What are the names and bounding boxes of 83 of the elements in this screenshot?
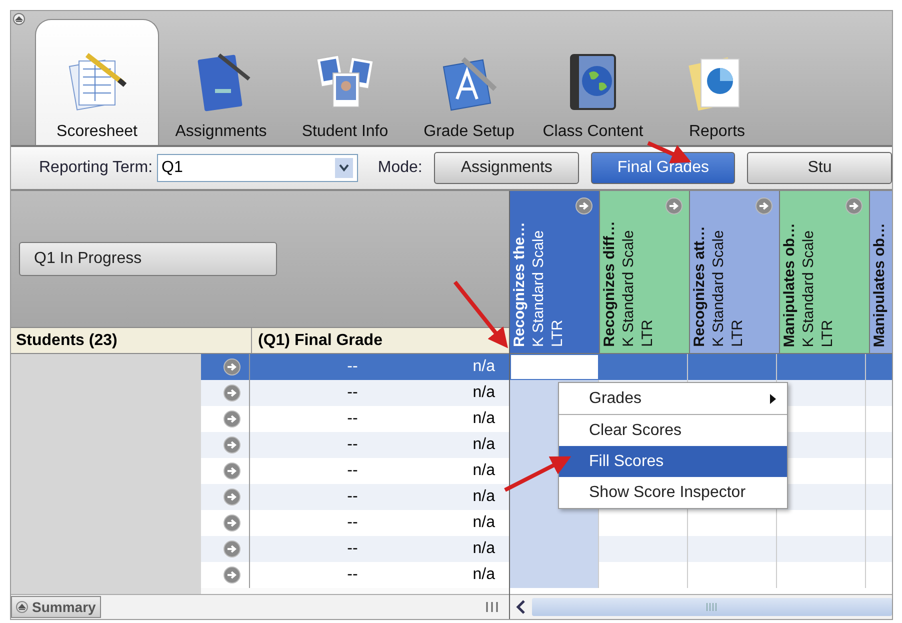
annotation-arrow — [453, 280, 508, 348]
table-cell[interactable] — [599, 536, 688, 562]
table-cell-text: n/a — [472, 436, 496, 454]
submenu-arrow-icon — [769, 392, 777, 404]
standard-column-header[interactable]: Recognizes the… K Standard Scale LTR — [510, 191, 600, 353]
menu-item[interactable]: Show Score Inspector — [559, 477, 787, 508]
table-cell-text: n/a — [472, 514, 496, 532]
student-row[interactable]: -- n/a — [201, 432, 509, 458]
arrow-circle-icon[interactable] — [223, 384, 241, 402]
menu-item[interactable]: Fill Scores — [559, 446, 787, 477]
column-header[interactable]: (Q1) Final Grade — [251, 328, 509, 353]
arrow-circle-icon[interactable] — [845, 197, 863, 215]
horizontal-scrollbar[interactable] — [532, 598, 892, 616]
mode-button[interactable]: Final Grades — [590, 152, 736, 184]
toolbar-tab[interactable]: Assignments — [159, 19, 283, 145]
arrow-circle-icon[interactable] — [223, 462, 241, 480]
summary-button[interactable]: Summary — [11, 596, 101, 618]
student-row[interactable]: -- n/a — [201, 536, 509, 562]
table-cell-text: n/a — [472, 462, 496, 480]
student-row[interactable]: -- n/a — [201, 406, 509, 432]
mode-label: Mode: — [378, 159, 422, 177]
student-row[interactable]: -- n/a — [201, 458, 509, 484]
arrow-circle-icon[interactable] — [223, 410, 241, 428]
column-header[interactable]: Students (23) — [11, 328, 251, 353]
mode-button[interactable]: Assignments — [434, 152, 579, 184]
arrow-circle-icon[interactable] — [223, 358, 241, 376]
arrow-circle-icon[interactable] — [223, 566, 241, 584]
table-cell-text: -- — [346, 488, 359, 506]
student-row[interactable]: -- n/a — [201, 562, 509, 588]
table-cell-text: n/a — [472, 358, 496, 376]
menu-item[interactable]: Clear Scores — [559, 415, 787, 446]
arrow-circle-icon[interactable] — [223, 488, 241, 506]
table-cell-text: n/a — [472, 488, 496, 506]
student-row[interactable]: -- n/a — [201, 380, 509, 406]
reporting-term-dropdown[interactable]: Q1 — [156, 154, 358, 182]
scroll-left-icon[interactable] — [514, 599, 528, 615]
table-cell[interactable] — [688, 536, 777, 562]
toolbar-tab[interactable]: Scoresheet — [35, 19, 159, 145]
toolbar-tab[interactable]: Class Content — [531, 19, 655, 145]
student-row[interactable]: -- n/a — [201, 510, 509, 536]
table-cell-text: n/a — [472, 566, 496, 584]
standard-column-header[interactable]: Recognizes diff… K Standard Scale LTR — [600, 191, 690, 353]
arrow-circle-icon[interactable] — [223, 540, 241, 558]
student-row[interactable]: -- n/a — [201, 484, 509, 510]
arrow-circle-icon[interactable] — [223, 514, 241, 532]
splitter-grip-icon[interactable] — [485, 601, 499, 613]
table-cell-text: n/a — [472, 540, 496, 558]
table-cell[interactable] — [599, 354, 688, 380]
table-cell[interactable] — [510, 354, 599, 380]
annotation-arrow — [504, 456, 572, 492]
arrow-circle-icon[interactable] — [665, 197, 683, 215]
scroll-grip-icon — [705, 602, 719, 612]
table-cell[interactable] — [777, 536, 866, 562]
table-cell-text: -- — [346, 514, 359, 532]
table-cell-text: -- — [346, 384, 359, 402]
toolbar-tab[interactable]: Reports — [655, 19, 779, 145]
standard-column-header[interactable]: Manipulates ob… K Standard Scale LTR — [780, 191, 870, 353]
table-cell-text: -- — [346, 436, 359, 454]
arrow-circle-icon[interactable] — [223, 436, 241, 454]
toolbar-tab[interactable]: Student Info — [283, 19, 407, 145]
table-cell-text: n/a — [472, 410, 496, 428]
table-cell[interactable] — [510, 562, 599, 588]
table-cell-text: -- — [346, 462, 359, 480]
eject-icon — [16, 601, 28, 613]
arrow-circle-icon[interactable] — [575, 197, 593, 215]
toolbar-tab[interactable]: Grade Setup — [407, 19, 531, 145]
standard-column-header[interactable]: Manipulates ob… — [870, 191, 892, 353]
table-cell-text: -- — [346, 358, 359, 376]
reporting-term-label: Reporting Term: — [39, 159, 153, 177]
chevron-down-icon — [338, 164, 349, 172]
table-cell[interactable] — [688, 354, 777, 380]
standard-column-header[interactable]: Recognizes att… K Standard Scale LTR — [690, 191, 780, 353]
table-cell-text: -- — [346, 540, 359, 558]
table-cell-text: -- — [346, 410, 359, 428]
arrow-circle-icon[interactable] — [755, 197, 773, 215]
student-row[interactable]: -- n/a — [201, 354, 509, 380]
table-cell-text: n/a — [472, 384, 496, 402]
status-button[interactable]: Q1 In Progress — [19, 242, 277, 276]
table-cell-text: -- — [346, 566, 359, 584]
menu-item[interactable]: Grades — [559, 383, 787, 415]
collapse-icon[interactable] — [13, 13, 25, 25]
mode-button[interactable]: Stu — [747, 152, 892, 184]
table-cell[interactable] — [777, 354, 866, 380]
